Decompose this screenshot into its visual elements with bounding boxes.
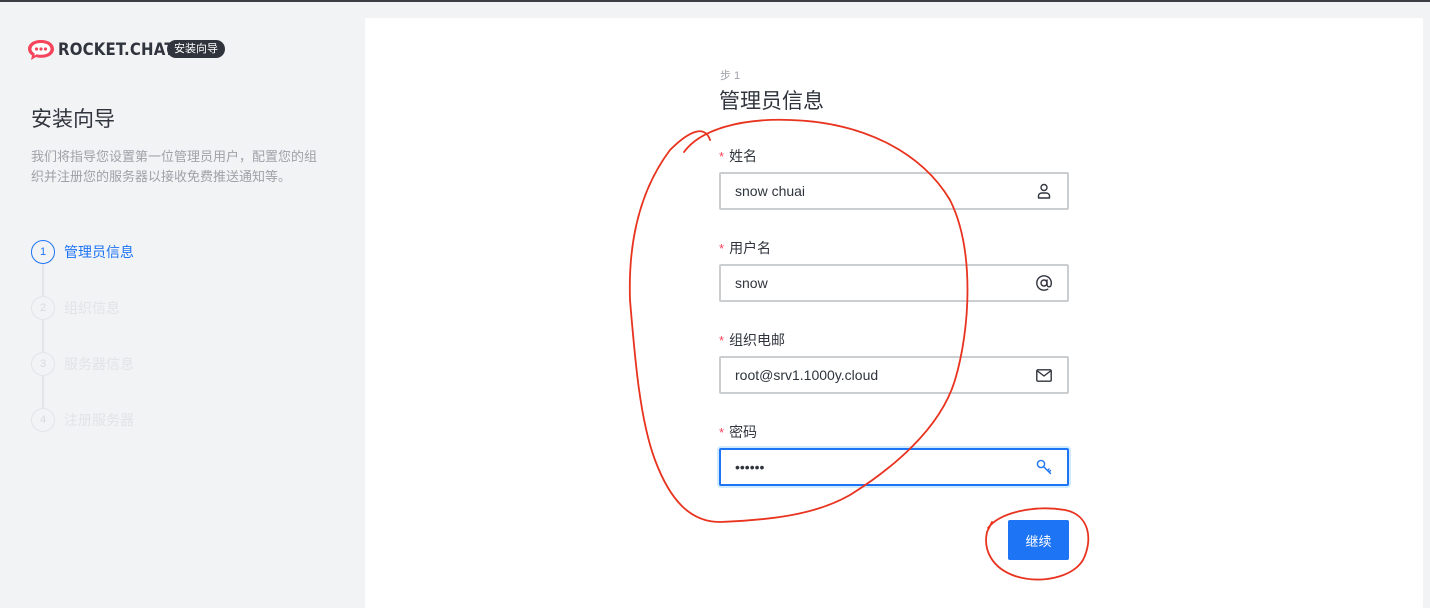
step-label: 组织信息: [64, 300, 120, 316]
step-label: 注册服务器: [64, 412, 134, 428]
email-label: * 组织电邮: [719, 330, 1069, 350]
name-input-box: [719, 172, 1069, 210]
setup-sidebar: ROCKET.CHAT 安装向导 安装向导 我们将指导您设置第一位管理员用户，配…: [0, 2, 365, 608]
at-icon: [1035, 274, 1053, 292]
sidebar-description: 我们将指导您设置第一位管理员用户，配置您的组织并注册您的服务器以接收免费推送通知…: [31, 149, 318, 184]
password-input-box: [719, 448, 1069, 486]
name-label: * 姓名: [719, 146, 1069, 166]
user-icon: [1035, 182, 1053, 200]
password-input[interactable]: [721, 450, 1021, 484]
name-label-text: 姓名: [729, 148, 758, 164]
password-label: * 密码: [719, 422, 1069, 442]
email-label-text: 组织电邮: [729, 332, 786, 348]
step-number: 3: [31, 352, 55, 376]
step-label: 服务器信息: [64, 356, 134, 372]
wizard-step-admin-info: 1 管理员信息: [31, 240, 134, 296]
step-connector: [42, 320, 44, 352]
wizard-step-org-info: 2 组织信息: [31, 296, 134, 352]
required-mark: *: [719, 149, 725, 164]
email-input[interactable]: [721, 358, 1021, 392]
password-label-text: 密码: [729, 424, 758, 440]
step-label: 管理员信息: [64, 244, 134, 260]
wizard-step-server-info: 3 服务器信息: [31, 352, 134, 408]
name-field: * 姓名: [719, 146, 1069, 210]
email-input-box: [719, 356, 1069, 394]
name-input[interactable]: [721, 174, 1021, 208]
sidebar-title: 安装向导: [31, 108, 115, 131]
wizard-step-register-server: 4 注册服务器: [31, 408, 134, 464]
rocketchat-logo-icon: [27, 38, 55, 62]
form-title: 管理员信息: [719, 90, 824, 113]
required-mark: *: [719, 425, 725, 440]
brand-logo: ROCKET.CHAT 安装向导: [27, 38, 225, 62]
step-number: 2: [31, 296, 55, 320]
step-indicator: 步 1: [720, 70, 741, 82]
password-field: * 密码: [719, 422, 1069, 486]
continue-button[interactable]: 继续: [1008, 520, 1069, 560]
username-field: * 用户名: [719, 238, 1069, 302]
required-mark: *: [719, 241, 725, 256]
logo-text: ROCKET.CHAT: [58, 40, 175, 60]
email-field: * 组织电邮: [719, 330, 1069, 394]
step-number: 1: [31, 240, 55, 264]
setup-wizard-badge: 安装向导: [167, 40, 225, 58]
username-input-box: [719, 264, 1069, 302]
username-label-text: 用户名: [729, 240, 772, 256]
required-mark: *: [719, 333, 725, 348]
mail-icon: [1035, 366, 1053, 384]
wizard-steps: 1 管理员信息 2 组织信息 3 服务器信息 4 注册服务器: [31, 240, 134, 464]
setup-form-panel: 步 1 管理员信息 * 姓名 * 用户名: [365, 18, 1423, 608]
username-label: * 用户名: [719, 238, 1069, 258]
step-connector: [42, 264, 44, 296]
step-connector: [42, 376, 44, 408]
step-number: 4: [31, 408, 55, 432]
key-icon: [1035, 458, 1053, 476]
username-input[interactable]: [721, 266, 1021, 300]
